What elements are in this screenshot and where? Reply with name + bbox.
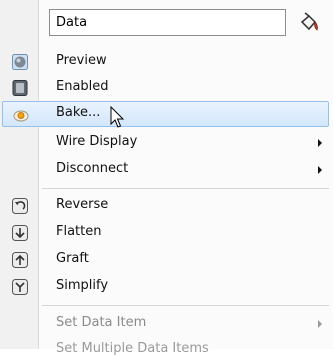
context-menu: Data Preview Enabled Bake... Wire Displa…	[0, 0, 333, 356]
menu-item-preview[interactable]: Preview	[0, 49, 331, 75]
menu-item-set-data-item[interactable]: Set Data Item	[0, 311, 331, 337]
name-field[interactable]: Data	[49, 9, 286, 36]
menu-item-label: Set Data Item	[56, 315, 147, 330]
menu-item-bake[interactable]: Bake...	[2, 101, 329, 127]
menu-separator	[42, 188, 329, 189]
submenu-arrow-icon	[318, 320, 322, 328]
menu-item-wire-display[interactable]: Wire Display	[0, 130, 331, 156]
menu-item-label: Flatten	[56, 224, 102, 239]
menu-item-label: Simplify	[56, 278, 109, 293]
flatten-icon	[12, 225, 28, 241]
reverse-icon	[12, 198, 28, 214]
menu-item-label: Reverse	[56, 197, 109, 212]
name-row: Data	[49, 9, 322, 36]
submenu-arrow-icon	[318, 166, 322, 174]
menu-item-label: Preview	[56, 53, 107, 68]
menu-item-flatten[interactable]: Flatten	[0, 220, 331, 246]
graft-icon	[12, 252, 28, 268]
menu-item-label: Graft	[56, 251, 89, 266]
menu-item-label: Enabled	[56, 79, 109, 94]
menu-item-label: Bake...	[56, 105, 101, 120]
menu-item-label: Wire Display	[56, 134, 138, 149]
simplify-icon	[12, 279, 28, 295]
menu-item-label: Disconnect	[56, 161, 129, 176]
bake-egg-icon	[13, 110, 29, 122]
menu-separator	[42, 305, 329, 306]
preview-sphere-icon	[12, 54, 28, 70]
menu-item-enabled[interactable]: Enabled	[0, 75, 331, 101]
mouse-cursor-icon	[110, 106, 125, 128]
menu-item-graft[interactable]: Graft	[0, 247, 331, 273]
paint-bucket-icon[interactable]	[298, 12, 320, 34]
enabled-switch-icon	[12, 80, 28, 96]
submenu-arrow-icon	[318, 139, 322, 147]
menu-item-simplify[interactable]: Simplify	[0, 274, 331, 300]
menu-item-reverse[interactable]: Reverse	[0, 193, 331, 219]
menu-item-disconnect[interactable]: Disconnect	[0, 157, 331, 183]
